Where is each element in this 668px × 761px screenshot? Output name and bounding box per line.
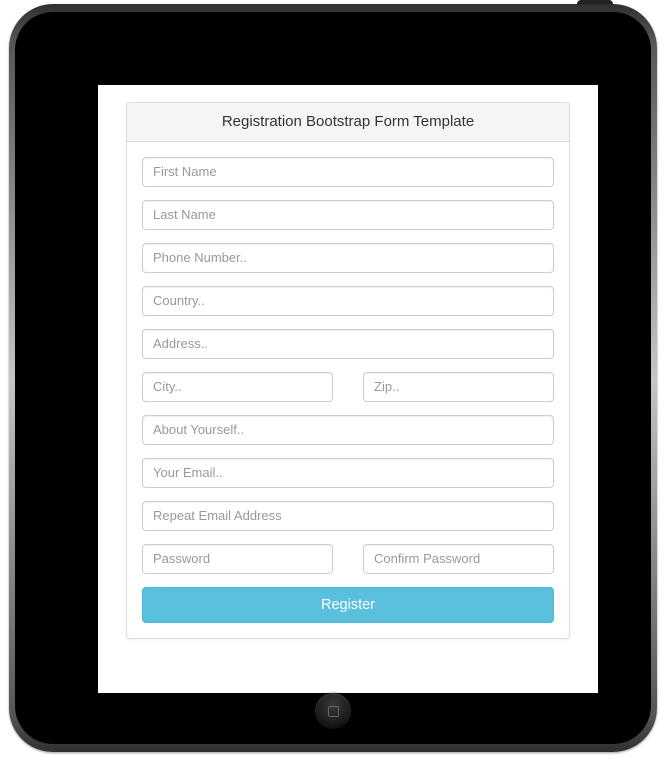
country-input[interactable] bbox=[142, 286, 554, 316]
tablet-body: Registration Bootstrap Form Template bbox=[15, 12, 651, 744]
email-input[interactable] bbox=[142, 458, 554, 488]
first-name-input[interactable] bbox=[142, 157, 554, 187]
panel-title: Registration Bootstrap Form Template bbox=[127, 103, 569, 142]
home-button-icon bbox=[328, 706, 339, 717]
phone-input[interactable] bbox=[142, 243, 554, 273]
confirm-password-input[interactable] bbox=[363, 544, 554, 574]
screen: Registration Bootstrap Form Template bbox=[98, 85, 598, 693]
last-name-input[interactable] bbox=[142, 200, 554, 230]
password-input[interactable] bbox=[142, 544, 333, 574]
city-input[interactable] bbox=[142, 372, 333, 402]
zip-input[interactable] bbox=[363, 372, 554, 402]
register-button[interactable]: Register bbox=[142, 587, 554, 623]
registration-panel: Registration Bootstrap Form Template bbox=[126, 102, 570, 639]
home-button[interactable] bbox=[315, 693, 351, 729]
address-input[interactable] bbox=[142, 329, 554, 359]
registration-form: Register bbox=[127, 142, 569, 638]
tablet-device: Registration Bootstrap Form Template bbox=[0, 0, 668, 761]
about-input[interactable] bbox=[142, 415, 554, 445]
repeat-email-input[interactable] bbox=[142, 501, 554, 531]
